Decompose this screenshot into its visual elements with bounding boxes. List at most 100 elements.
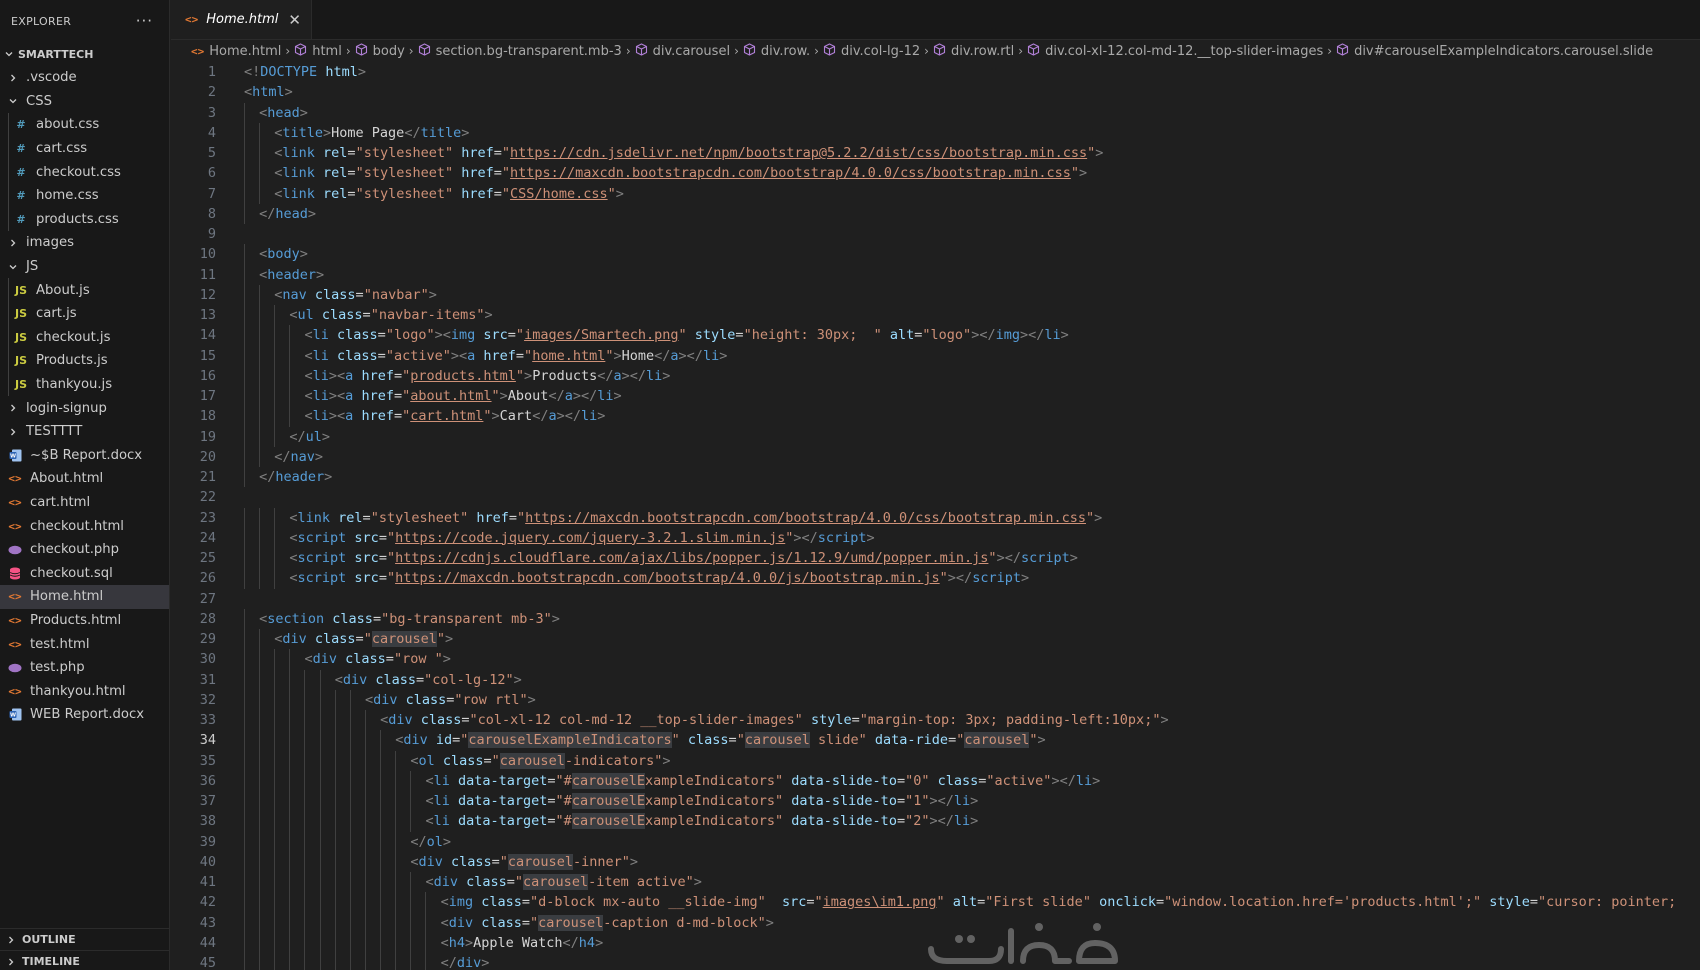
breadcrumb-separator: › xyxy=(924,44,929,58)
breadcrumb-item[interactable]: div#carouselExampleIndicators.carousel.s… xyxy=(1336,43,1653,59)
file-item[interactable]: <> thankyou.html xyxy=(0,679,169,703)
file-item[interactable]: checkout.sql xyxy=(0,561,169,585)
breadcrumb-item[interactable]: html › xyxy=(294,43,354,59)
code-editor[interactable]: 1 <!DOCTYPE html> 2 <html> 3 <head> 4 <title>Ho… xyxy=(171,62,1700,970)
chevron-right-icon xyxy=(6,427,20,437)
line-content: <li><a href="about.html">About</a></li> xyxy=(304,386,621,406)
code-token: " xyxy=(402,388,411,404)
code-token[interactable]: https://maxcdn.bootstrapcdn.com/bootstra… xyxy=(525,510,1086,526)
code-token: " xyxy=(607,185,616,202)
breadcrumb-item[interactable]: div.col-lg-12 › xyxy=(823,43,933,59)
file-item[interactable]: <> cart.html xyxy=(0,491,169,515)
indent-guide xyxy=(425,953,427,970)
folder-item[interactable]: JS xyxy=(0,255,169,279)
file-item[interactable]: <> test.html xyxy=(0,632,169,656)
code-token: h4 xyxy=(448,934,465,951)
file-item[interactable]: test.php xyxy=(0,656,169,680)
code-token: class xyxy=(332,610,373,627)
code-token: > xyxy=(693,874,702,890)
tab-home-html[interactable]: <> Home.html ✕ xyxy=(171,0,312,39)
indent-guide xyxy=(319,892,321,913)
code-token[interactable]: cart.html xyxy=(410,408,483,424)
file-item[interactable]: # about.css xyxy=(0,113,169,137)
code-token[interactable]: https://maxcdn.bootstrapcdn.com/bootstra… xyxy=(510,165,1071,181)
code-token: Apple Watch xyxy=(473,934,563,951)
file-item[interactable]: # home.css xyxy=(0,183,169,208)
file-item[interactable]: W ~$B Report.docx xyxy=(0,444,169,468)
indent-guide xyxy=(244,345,245,366)
breadcrumb-item[interactable]: div.col-xl-12.col-md-12.__top-slider-ima… xyxy=(1027,43,1336,59)
indent-guide xyxy=(364,750,366,771)
project-root[interactable]: SMARTTECH xyxy=(0,42,169,66)
code-token: </ xyxy=(597,367,614,384)
outline-section[interactable]: OUTLINE xyxy=(0,928,169,950)
code-token: </ xyxy=(274,448,291,465)
file-item[interactable]: JS thankyou.js xyxy=(0,372,169,397)
folder-item[interactable]: login-signup xyxy=(0,396,169,420)
code-token[interactable]: CSS/home.css xyxy=(510,186,608,202)
code-token[interactable]: about.html xyxy=(410,388,491,404)
code-token: " xyxy=(988,550,997,566)
indent-guide xyxy=(349,811,351,832)
indent-guide xyxy=(289,669,291,690)
code-line: 4 <title>Home Page</title> xyxy=(171,122,1700,143)
code-line: 9 xyxy=(171,224,1700,244)
code-token: < xyxy=(334,671,343,688)
indent-guide xyxy=(364,791,366,812)
folder-item[interactable]: TESTTTT xyxy=(0,420,169,444)
indent-guide xyxy=(259,932,261,953)
file-item[interactable]: <> Home.html xyxy=(0,585,169,609)
ellipsis-icon[interactable]: ··· xyxy=(136,12,153,30)
indent-guide xyxy=(259,183,261,204)
file-item[interactable]: <> About.html xyxy=(0,467,169,491)
code-token[interactable]: https://cdn.jsdelivr.net/npm/bootstrap@5… xyxy=(510,145,1087,161)
indent-guide xyxy=(274,831,276,852)
file-item[interactable]: # cart.css xyxy=(0,136,169,161)
breadcrumb-item[interactable]: <> Home.html › xyxy=(191,44,294,59)
code-token: </ xyxy=(548,388,565,404)
breadcrumb-item[interactable]: div.row. › xyxy=(743,43,823,59)
folder-item[interactable]: images xyxy=(0,231,169,255)
file-item[interactable]: JS Products.js xyxy=(0,349,169,373)
file-item[interactable]: # products.css xyxy=(0,207,169,232)
code-token: = xyxy=(521,914,531,931)
code-token: = xyxy=(506,874,515,890)
indent-guide xyxy=(259,527,261,548)
breadcrumb-item[interactable]: body › xyxy=(355,43,418,59)
explorer-header: EXPLORER ··· xyxy=(0,0,169,42)
code-token[interactable]: home.html xyxy=(532,348,605,364)
code-token: body xyxy=(267,246,300,263)
code-token: > xyxy=(1160,712,1169,728)
folder-item[interactable]: CSS xyxy=(0,90,169,114)
code-token: script xyxy=(297,550,347,566)
file-item[interactable]: JS checkout.js xyxy=(0,325,169,350)
chevron-down-icon xyxy=(6,262,20,272)
code-token[interactable]: https://cdnjs.cloudflare.com/ajax/libs/p… xyxy=(395,550,988,566)
code-token[interactable]: https://code.jquery.com/jquery-3.2.1.sli… xyxy=(395,530,785,546)
file-item[interactable]: checkout.php xyxy=(0,538,169,562)
file-item[interactable]: JS About.js xyxy=(0,278,169,302)
file-item[interactable]: <> checkout.html xyxy=(0,514,169,538)
breadcrumb-item[interactable]: div.row.rtl › xyxy=(933,43,1027,59)
code-token[interactable]: products.html xyxy=(410,368,516,384)
tree-item-label: login-signup xyxy=(26,400,107,416)
file-item[interactable]: JS cart.js xyxy=(0,301,169,326)
file-item[interactable]: W WEB Report.docx xyxy=(0,703,169,727)
code-token[interactable]: https://maxcdn.bootstrapcdn.com/bootstra… xyxy=(395,570,940,586)
code-token: = xyxy=(948,732,957,749)
chevron-right-icon xyxy=(6,403,20,413)
code-token: = xyxy=(1529,894,1539,911)
file-item[interactable]: <> Products.html xyxy=(0,609,169,633)
code-line: 34 <div id="carouselExampleIndicators" cl… xyxy=(171,730,1700,751)
breadcrumb-item[interactable]: section.bg-transparent.mb-3 › xyxy=(418,43,635,59)
folder-item[interactable]: .vscode xyxy=(0,66,169,90)
file-item[interactable]: # checkout.css xyxy=(0,160,169,184)
timeline-section[interactable]: TIMELINE xyxy=(0,950,169,970)
indent-guide xyxy=(8,160,9,184)
tree-item-label: Products.js xyxy=(36,353,108,369)
code-token: carousel xyxy=(964,732,1030,749)
code-token[interactable]: images/Smartech.png xyxy=(524,327,678,343)
breadcrumb-item[interactable]: div.carousel › xyxy=(635,43,743,59)
close-icon[interactable]: ✕ xyxy=(288,11,301,29)
